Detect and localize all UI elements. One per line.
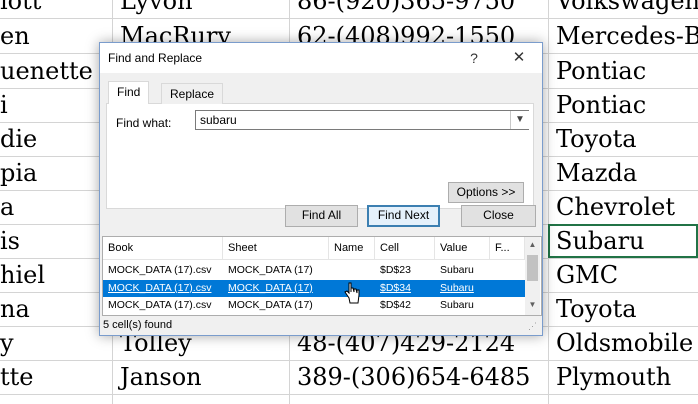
cell-col-b[interactable]: Janson	[113, 360, 296, 394]
cell-col-b[interactable]: Lyvon	[113, 0, 296, 18]
result-formula	[490, 262, 530, 279]
resize-grip-icon[interactable]: ⋰	[528, 321, 538, 331]
options-button[interactable]: Options >>	[448, 182, 524, 203]
cell-col-d[interactable]: Toyota	[549, 292, 698, 326]
cell-col-d[interactable]: Chevrolet	[549, 190, 698, 224]
result-cell: $D$34	[380, 282, 411, 294]
cell-col-d[interactable]: Pontiac	[549, 88, 698, 122]
result-row[interactable]: MOCK_DATA (17).csv MOCK_DATA (17) $D$23 …	[103, 262, 525, 279]
cell-col-d[interactable]: Plymouth	[549, 360, 698, 394]
cell-col-c[interactable]: 86-(920)365-9750	[290, 0, 555, 18]
cell-col-d[interactable]: Oldsmobile	[549, 326, 698, 360]
chevron-down-icon[interactable]: ▼	[510, 111, 529, 129]
result-formula	[490, 280, 530, 297]
hand-cursor-icon	[344, 282, 360, 304]
result-sheet: MOCK_DATA (17)	[228, 282, 313, 294]
cell-col-a[interactable]: pia	[0, 156, 112, 190]
column-header-name[interactable]: Name	[329, 237, 375, 259]
result-value: Subaru	[440, 299, 474, 311]
scroll-down-icon[interactable]: ▼	[525, 297, 540, 313]
dialog-titlebar[interactable]: Find and Replace ? ✕	[100, 43, 542, 73]
result-value: Subaru	[440, 264, 474, 276]
results-header: Book Sheet Name Cell Value F...	[103, 237, 525, 260]
result-cell: $D$23	[380, 264, 411, 276]
close-button[interactable]: Close	[461, 205, 536, 227]
status-text: 5 cell(s) found	[103, 319, 173, 331]
scroll-up-icon[interactable]: ▲	[525, 237, 540, 253]
column-header-sheet[interactable]: Sheet	[223, 237, 329, 259]
sheet-row: tte Janson 389-(306)654-6485 Plymouth	[0, 360, 698, 395]
results-scrollbar[interactable]: ▲ ▼	[525, 237, 540, 315]
tab-find[interactable]: Find	[108, 81, 150, 104]
tab-container: Find what: subaru ▼ Options >> Find Repl…	[106, 81, 534, 209]
cell-col-c[interactable]: 389-(306)654-6485	[290, 360, 555, 394]
active-cell-outline	[548, 224, 698, 258]
close-icon[interactable]: ✕	[505, 47, 533, 69]
result-cell: $D$42	[380, 299, 411, 311]
result-name	[329, 262, 380, 279]
column-header-formula[interactable]: F...	[490, 237, 525, 259]
result-row-selected[interactable]: MOCK_DATA (17).csv MOCK_DATA (17) $D$34 …	[103, 280, 525, 297]
cell-col-a[interactable]: i	[0, 88, 112, 122]
find-next-button[interactable]: Find Next	[367, 205, 440, 227]
results-list[interactable]: Book Sheet Name Cell Value F... MOCK_DAT…	[102, 236, 542, 316]
result-value: Subaru	[440, 282, 474, 294]
cell-col-a[interactable]: hiel	[0, 258, 112, 292]
cell-col-a[interactable]: na	[0, 292, 112, 326]
tab-replace[interactable]: Replace	[161, 83, 224, 104]
result-book: MOCK_DATA (17).csv	[108, 299, 212, 311]
result-book: MOCK_DATA (17).csv	[108, 264, 212, 276]
column-header-book[interactable]: Book	[103, 237, 223, 259]
column-header-cell[interactable]: Cell	[375, 237, 435, 259]
cell-col-a[interactable]: y	[0, 326, 112, 360]
cell-col-a[interactable]: uenette	[0, 54, 112, 88]
cell-col-a[interactable]: tte	[0, 360, 112, 394]
sheet-row: iott Lyvon 86-(920)365-9750 Volkswagen	[0, 0, 698, 19]
find-replace-dialog: Find and Replace ? ✕ Find what: subaru ▼…	[99, 42, 543, 336]
scroll-thumb[interactable]	[527, 255, 538, 281]
cell-col-d[interactable]: GMC	[549, 258, 698, 292]
result-row[interactable]: MOCK_DATA (17).csv MOCK_DATA (17) $D$42 …	[103, 297, 525, 314]
result-sheet: MOCK_DATA (17)	[228, 299, 313, 311]
cell-col-a[interactable]: en	[0, 19, 112, 53]
find-what-label: Find what:	[116, 116, 172, 130]
cell-col-d[interactable]: Toyota	[549, 122, 698, 156]
find-all-button[interactable]: Find All	[285, 205, 358, 227]
dialog-title: Find and Replace	[108, 51, 203, 65]
cell-col-a[interactable]: iott	[0, 0, 112, 18]
cell-col-d[interactable]: Mercedes-Be	[549, 19, 698, 53]
result-formula	[490, 297, 530, 314]
help-button[interactable]: ?	[460, 47, 488, 69]
cell-col-a[interactable]: die	[0, 122, 112, 156]
result-sheet: MOCK_DATA (17)	[228, 264, 313, 276]
cell-col-d[interactable]: Volkswagen	[549, 0, 698, 18]
cell-col-a[interactable]: is	[0, 224, 112, 258]
find-tab-panel: Find what: subaru ▼ Options >>	[106, 103, 534, 209]
cell-col-d[interactable]: Pontiac	[549, 54, 698, 88]
cell-col-d[interactable]: Mazda	[549, 156, 698, 190]
result-book: MOCK_DATA (17).csv	[108, 282, 212, 294]
find-what-input[interactable]: subaru	[195, 110, 529, 130]
column-header-value[interactable]: Value	[435, 237, 490, 259]
cell-col-a[interactable]: a	[0, 190, 112, 224]
